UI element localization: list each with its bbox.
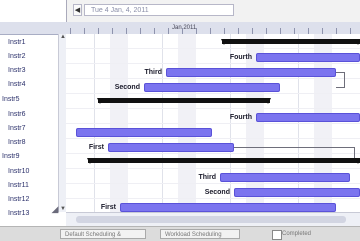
row-line [66,183,360,184]
status-bar: Default Scheduling & Workload Scheduling… [0,226,360,241]
task-bar[interactable] [76,128,212,137]
row-line [66,48,360,49]
tree-header [0,22,66,35]
summary-bar[interactable] [87,158,360,164]
tree-row-label: Instr2 [8,53,26,60]
row-line [66,138,360,139]
tree-row-label: Instr3 [8,67,26,74]
tree-row-label: Instr7 [8,125,26,132]
task-bar[interactable] [144,83,280,92]
tree-row[interactable]: Instr7 [0,122,66,136]
toolbar: ◀ Tue 4 Jan, 4, 2011 [66,0,360,23]
tree-row[interactable]: Instr11 [0,179,66,193]
tree-row-label: Instr9 [2,153,20,160]
row-line [66,78,360,79]
tree-row-label: Instr8 [8,139,26,146]
row-line [66,168,360,169]
gantt-chart[interactable]: Fourth Third Second Fourth First Third S… [66,34,360,212]
resize-grip-icon[interactable] [48,204,62,214]
tree-row-label: Instr6 [8,111,26,118]
tree-row-label: Instr1 [8,39,26,46]
completed-checkbox[interactable] [272,230,282,240]
tree-row[interactable]: Instr10 [0,165,66,179]
tree-row-label: Instr11 [8,182,29,189]
tree-row[interactable]: Instr5 [0,93,60,107]
tree-row-label: Instr12 [8,196,30,203]
task-bar[interactable] [256,53,360,62]
scrollbar-thumb[interactable] [76,216,346,223]
date-field[interactable]: Tue 4 Jan, 4, 2011 [84,4,234,16]
task-label: Second [204,189,230,196]
task-tree: Instr1 Instr2 Instr3 Instr4 Instr5 Instr… [0,0,67,226]
tree-row-label: Instr4 [8,81,26,88]
completed-label: Completed [282,231,312,237]
task-label: First [88,144,104,151]
row-line [66,198,360,199]
tree-row[interactable]: Instr2 [0,50,66,64]
tree-row[interactable]: Instr6 [0,108,66,122]
task-label: First [100,204,116,211]
tree-row-label: Instr5 [2,96,20,103]
row-line [66,93,360,94]
task-label: Fourth [229,54,252,61]
task-bar[interactable] [166,68,336,77]
task-bar[interactable] [108,143,234,152]
timescale-label: Jan 2011 [172,25,197,31]
tree-row[interactable]: Instr4 [0,78,66,92]
task-label: Fourth [229,114,252,121]
tree-row[interactable]: Instr8 [0,136,66,150]
task-label: Third [144,69,163,76]
tree-row[interactable]: Instr3 [0,64,66,78]
tree-row-label: Instr10 [8,168,30,175]
task-bar[interactable] [256,113,360,122]
task-bar[interactable] [220,173,350,182]
row-line [66,63,360,64]
summary-bar[interactable] [221,39,360,45]
horizontal-scrollbar[interactable] [66,212,360,227]
row-line [66,123,360,124]
task-label: Third [198,174,217,181]
task-bar[interactable] [120,203,336,212]
tree-row-label: Instr13 [8,210,30,217]
row-line [66,108,360,109]
tree-row[interactable]: Instr9 [0,150,60,164]
task-label: Second [114,84,140,91]
task-bar[interactable] [234,188,360,197]
tab-default-scheduling[interactable]: Default Scheduling & [60,229,146,239]
tab-workload-scheduling[interactable]: Workload Scheduling [160,229,240,239]
tree-row[interactable]: Instr1 [0,36,66,50]
dependency-line [336,72,345,88]
chevron-left-icon[interactable]: ◀ [73,4,82,16]
summary-bar[interactable] [97,98,271,104]
